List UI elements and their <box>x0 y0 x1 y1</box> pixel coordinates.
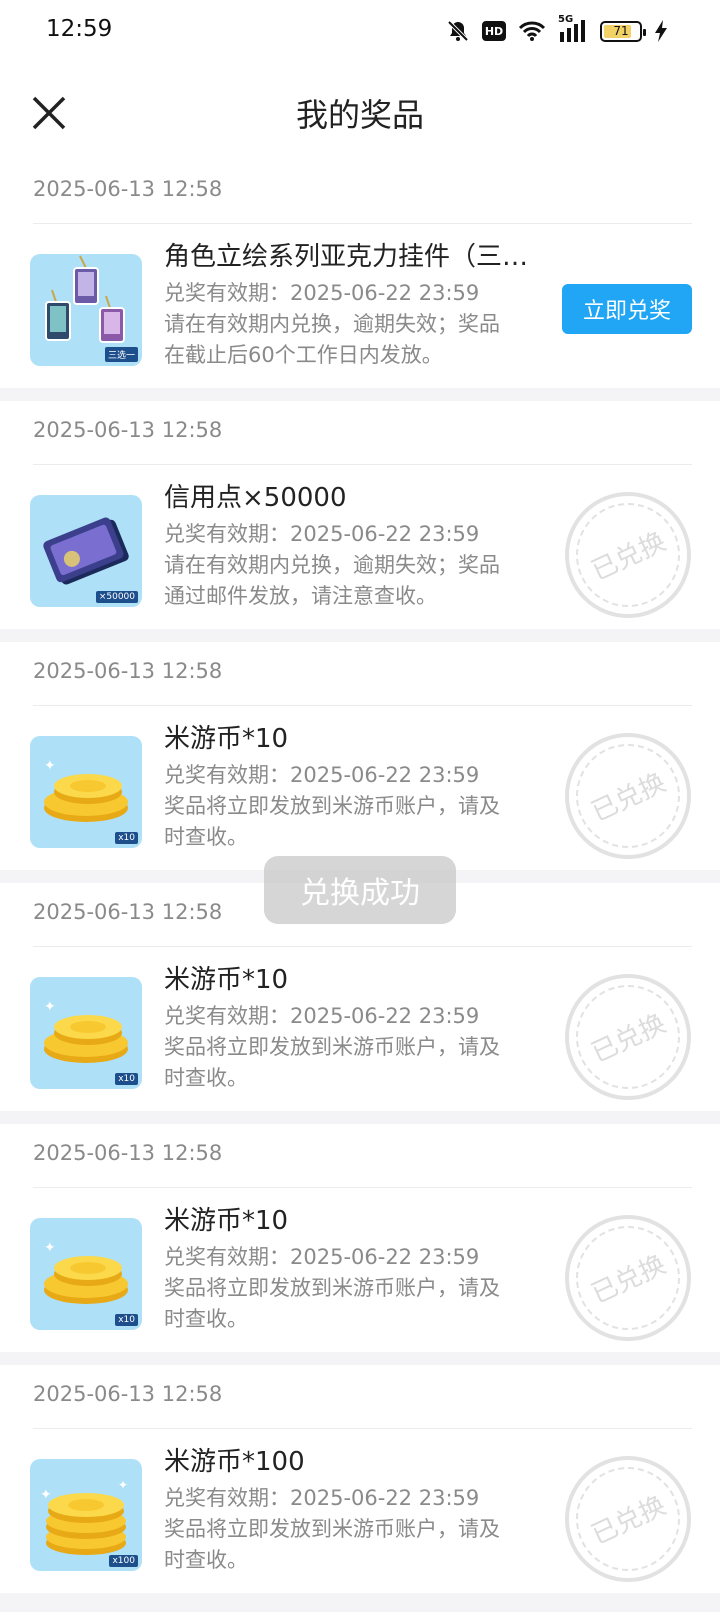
stamp-text: 已兑换 <box>587 1009 670 1069</box>
divider <box>33 705 692 706</box>
prize-desc-line1: 奖品将立即发放到米游币账户，请及 <box>164 1276 500 1300</box>
prize-desc-line2: 时查收。 <box>164 1066 248 1090</box>
stamp-text: 已兑换 <box>587 527 670 587</box>
wifi-icon <box>518 20 546 42</box>
prize-desc-line2: 时查收。 <box>164 1307 248 1331</box>
prize-validity: 兑奖有效期：2025-06-22 23:59 <box>164 1245 480 1269</box>
prize-validity: 兑奖有效期：2025-06-22 23:59 <box>164 522 480 546</box>
stamp-text: 已兑换 <box>587 1491 670 1551</box>
prize-date: 2025-06-13 12:58 <box>33 418 223 442</box>
prize-desc-line1: 请在有效期内兑换，逾期失效；奖品 <box>164 312 500 336</box>
prize-info: 信用点×50000 兑奖有效期：2025-06-22 23:59 请在有效期内兑… <box>164 481 534 612</box>
battery-level: 71 <box>613 24 629 38</box>
redeemed-stamp-icon: 已兑换 <box>565 974 691 1100</box>
prize-desc-line1: 奖品将立即发放到米游币账户，请及 <box>164 1035 500 1059</box>
prize-name: 信用点×50000 <box>164 483 347 513</box>
divider <box>33 464 692 465</box>
prize-thumbnail: ×50000 <box>30 495 142 607</box>
prize-card: 2025-06-13 12:58 三选一 角色立绘系列亚克力挂件（三选一） 兑奖… <box>0 160 720 388</box>
redeemed-stamp-icon: 已兑换 <box>565 733 691 859</box>
prize-thumbnail: ✦ ✦ x100 <box>30 1459 142 1571</box>
hd-icon: HD <box>482 21 506 41</box>
prize-info: 米游币*10 兑奖有效期：2025-06-22 23:59 奖品将立即发放到米游… <box>164 963 534 1094</box>
svg-text:✦: ✦ <box>44 999 56 1015</box>
svg-text:✦: ✦ <box>40 1487 52 1503</box>
prize-name: 角色立绘系列亚克力挂件（三选一） <box>164 242 534 272</box>
network-label: 5G <box>558 14 574 25</box>
svg-text:✦: ✦ <box>44 758 56 774</box>
prize-date: 2025-06-13 12:58 <box>33 900 223 924</box>
prize-thumbnail: ✦ x10 <box>30 1218 142 1330</box>
divider <box>33 1428 692 1429</box>
prize-date: 2025-06-13 12:58 <box>33 659 223 683</box>
redeemed-stamp-icon: 已兑换 <box>565 1456 691 1582</box>
page-header: 我的奖品 <box>0 64 720 160</box>
divider <box>33 946 692 947</box>
redeemed-stamp-icon: 已兑换 <box>565 1215 691 1341</box>
prize-tag: 三选一 <box>104 347 138 362</box>
svg-text:✦: ✦ <box>44 1240 56 1256</box>
page-title: 我的奖品 <box>295 96 424 134</box>
prize-card: 2025-06-13 12:58 ✦ x10 米游币*10 兑奖有效期：2025… <box>0 1124 720 1352</box>
signal-icon: 5G <box>558 14 588 42</box>
prize-card: 2025-06-13 12:58 ✦ ✦ x100 米游币*100 兑奖有效期：… <box>0 1365 720 1593</box>
prize-desc-line1: 请在有效期内兑换，逾期失效；奖品 <box>164 553 500 577</box>
stamp-text: 已兑换 <box>587 1250 670 1310</box>
charging-icon <box>654 20 668 42</box>
status-icons: HD 5G 71 <box>446 14 668 44</box>
prize-info: 角色立绘系列亚克力挂件（三选一） 兑奖有效期：2025-06-22 23:59 … <box>164 240 534 371</box>
status-bar: 12:59 HD 5G 71 <box>0 0 720 64</box>
prize-tag: ×50000 <box>95 591 138 603</box>
prize-tag: x10 <box>115 1073 138 1085</box>
redeemed-stamp-icon: 已兑换 <box>565 492 691 618</box>
prize-desc-line2: 时查收。 <box>164 825 248 849</box>
prize-thumbnail: ✦ x10 <box>30 977 142 1089</box>
status-time: 12:59 <box>46 16 113 42</box>
prize-desc-line2: 时查收。 <box>164 1548 248 1572</box>
prize-desc-line2: 在截止后60个工作日内发放。 <box>164 343 443 367</box>
prize-thumbnail: 三选一 <box>30 254 142 366</box>
prize-card: 2025-06-13 12:58 ×50000 信用点×50000 兑奖有效期：… <box>0 401 720 629</box>
prize-info: 米游币*10 兑奖有效期：2025-06-22 23:59 奖品将立即发放到米游… <box>164 722 534 853</box>
prize-desc-line1: 奖品将立即发放到米游币账户，请及 <box>164 794 500 818</box>
svg-text:✦: ✦ <box>118 1478 128 1492</box>
prize-desc-line2: 通过邮件发放，请注意查收。 <box>164 584 437 608</box>
prize-desc-line1: 奖品将立即发放到米游币账户，请及 <box>164 1517 500 1541</box>
divider <box>33 223 692 224</box>
prize-name: 米游币*10 <box>164 724 289 754</box>
prize-card: 2025-06-13 12:58 ✦ x10 米游币*10 兑奖有效期：2025… <box>0 642 720 870</box>
prize-tag: x100 <box>109 1555 138 1567</box>
toast-message: 兑换成功 <box>264 856 456 924</box>
prize-thumbnail: ✦ x10 <box>30 736 142 848</box>
prize-validity: 兑奖有效期：2025-06-22 23:59 <box>164 1486 480 1510</box>
prize-tag: x10 <box>115 832 138 844</box>
prize-name: 米游币*10 <box>164 965 289 995</box>
battery-icon: 71 <box>600 20 646 42</box>
prize-tag: x10 <box>115 1314 138 1326</box>
bell-muted-icon <box>446 19 470 43</box>
prize-validity: 兑奖有效期：2025-06-22 23:59 <box>164 763 480 787</box>
prize-name: 米游币*100 <box>164 1447 305 1477</box>
prize-name: 米游币*10 <box>164 1206 289 1236</box>
stamp-text: 已兑换 <box>587 768 670 828</box>
prize-date: 2025-06-13 12:58 <box>33 1141 223 1165</box>
prize-date: 2025-06-13 12:58 <box>33 1382 223 1406</box>
prize-validity: 兑奖有效期：2025-06-22 23:59 <box>164 1004 480 1028</box>
prize-info: 米游币*10 兑奖有效期：2025-06-22 23:59 奖品将立即发放到米游… <box>164 1204 534 1335</box>
prize-info: 米游币*100 兑奖有效期：2025-06-22 23:59 奖品将立即发放到米… <box>164 1445 534 1576</box>
prize-validity: 兑奖有效期：2025-06-22 23:59 <box>164 281 480 305</box>
redeem-now-button[interactable]: 立即兑奖 <box>562 284 692 334</box>
divider <box>33 1187 692 1188</box>
prize-date: 2025-06-13 12:58 <box>33 177 223 201</box>
